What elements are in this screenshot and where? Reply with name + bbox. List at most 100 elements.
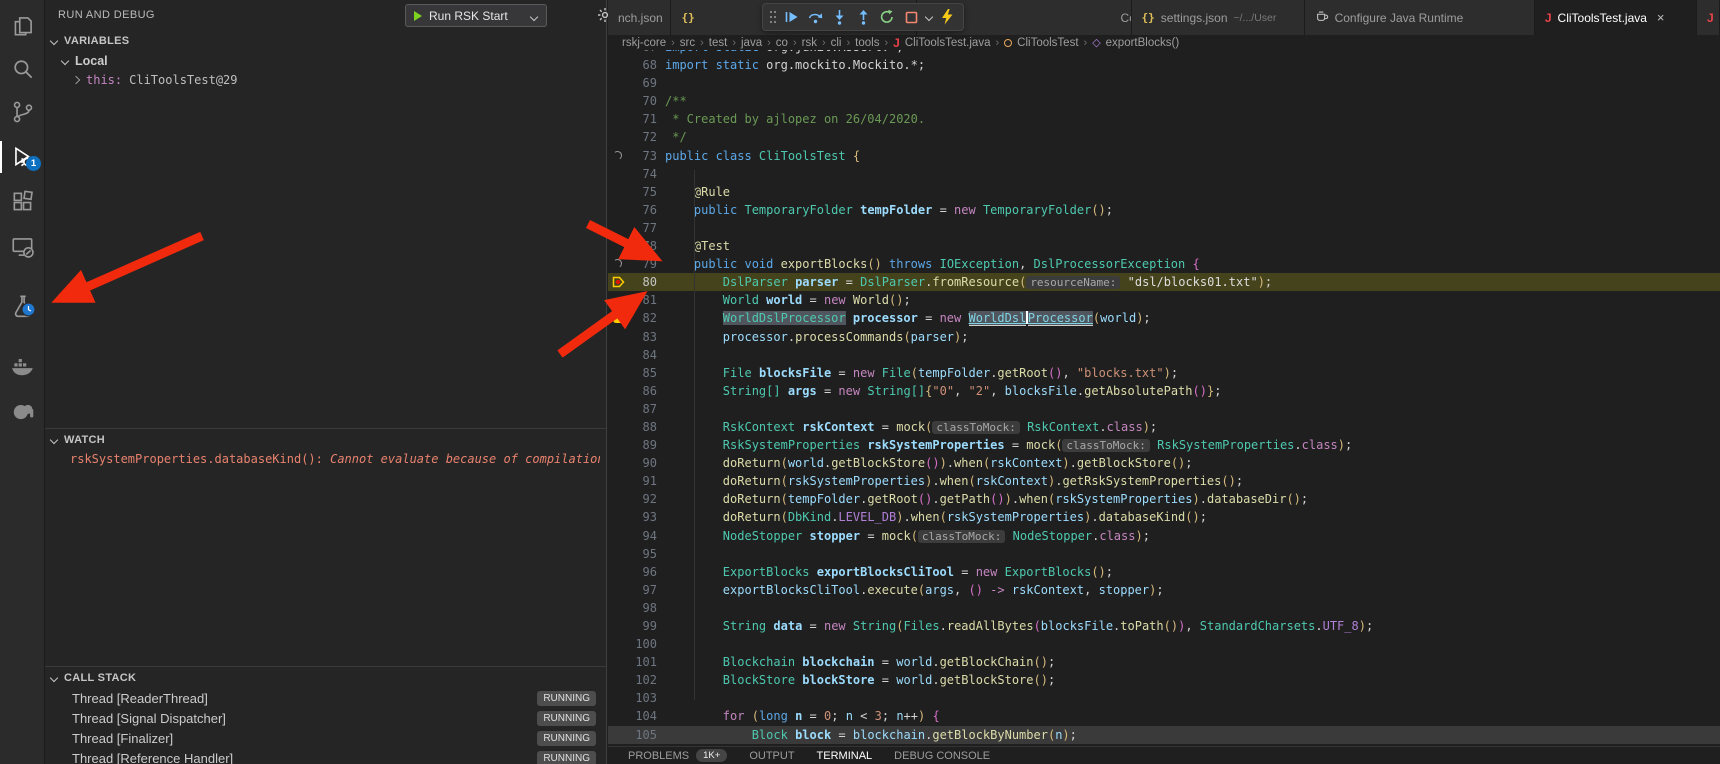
step-into-button[interactable]	[827, 5, 851, 29]
code-line-84[interactable]: 84	[608, 346, 1720, 364]
code-line-71[interactable]: 71 * Created by ajlopez on 26/04/2020.	[608, 110, 1720, 128]
code-line-102[interactable]: 102 BlockStore blockStore = world.getBlo…	[608, 671, 1720, 689]
code-line-86[interactable]: 86 String[] args = new String[]{"0", "2"…	[608, 382, 1720, 400]
breadcrumb-item[interactable]: rskj-core	[622, 37, 666, 49]
code-line-85[interactable]: 85 File blocksFile = new File(tempFolder…	[608, 364, 1720, 382]
step-out-button[interactable]	[851, 5, 875, 29]
code-line-96[interactable]: 96 ExportBlocks exportBlocksCliTool = ne…	[608, 563, 1720, 581]
code-line-82[interactable]: 82 WorldDslProcessor processor = new Wor…	[608, 309, 1720, 327]
active-view-indicator	[0, 141, 2, 173]
code-line-69[interactable]: 69	[608, 74, 1720, 92]
code-line-73[interactable]: 73public class CliToolsTest {	[608, 147, 1720, 165]
restart-button[interactable]	[875, 5, 899, 29]
code-line-80[interactable]: 80 DslParser parser = DslParser.fromReso…	[608, 273, 1720, 291]
testing-icon[interactable]	[10, 293, 36, 319]
code-line-98[interactable]: 98	[608, 599, 1720, 617]
tab-output[interactable]: OUTPUT	[749, 750, 794, 762]
code-line-81[interactable]: 81 World world = new World();	[608, 291, 1720, 309]
code-text: ExportBlocks exportBlocksCliTool = new E…	[657, 563, 1113, 581]
code-line-101[interactable]: 101 Blockchain blockchain = world.getBlo…	[608, 653, 1720, 671]
breadcrumb-item[interactable]: java	[741, 37, 762, 49]
code-line-76[interactable]: 76 public TemporaryFolder tempFolder = n…	[608, 201, 1720, 219]
code-line-77[interactable]: 77	[608, 219, 1720, 237]
breadcrumb-item[interactable]: CliToolsTest.java	[905, 37, 991, 49]
watch-section-header[interactable]: WATCH	[45, 431, 606, 449]
stop-button[interactable]	[899, 5, 923, 29]
hot-code-replace-icon[interactable]	[935, 5, 959, 29]
call-stack-thread-row[interactable]: Thread [Reference Handler] RUNNING	[45, 748, 606, 764]
class-symbol-icon	[1004, 39, 1012, 47]
variables-scope-local[interactable]: Local	[45, 52, 606, 70]
code-line-94[interactable]: 94 NodeStopper stopper = mock(classToMoc…	[608, 527, 1720, 545]
code-line-91[interactable]: 91 doReturn(rskSystemProperties).when(rs…	[608, 472, 1720, 490]
breadcrumb-item[interactable]: test	[709, 37, 728, 49]
watch-expression-row[interactable]: rskSystemProperties.databaseKind(): Cann…	[70, 452, 600, 466]
breadcrumb-item[interactable]: src	[680, 37, 695, 49]
code-line-79[interactable]: 79 public void exportBlocks() throws IOE…	[608, 255, 1720, 273]
continue-button[interactable]	[779, 5, 803, 29]
code-editor[interactable]: 67import static org.junit.Assert.*;68imp…	[608, 50, 1720, 746]
tab-launch-json[interactable]: nch.json	[608, 0, 671, 35]
code-line-89[interactable]: 89 RskSystemProperties rskSystemProperti…	[608, 436, 1720, 454]
run-and-debug-icon[interactable]: 1	[10, 144, 36, 170]
line-number: 71	[630, 110, 657, 128]
explorer-icon[interactable]	[10, 13, 36, 39]
search-icon[interactable]	[10, 56, 36, 82]
code-line-95[interactable]: 95	[608, 545, 1720, 563]
code-line-105[interactable]: 105 Block block = blockchain.getBlockByN…	[608, 726, 1720, 744]
tab-path-detail: ~/.../User	[1234, 12, 1277, 24]
tab-problems[interactable]: PROBLEMS 1K+	[628, 749, 727, 762]
tab-partial-java[interactable]: J	[1697, 0, 1720, 35]
code-line-78[interactable]: 78 @Test	[608, 237, 1720, 255]
code-line-87[interactable]: 87	[608, 400, 1720, 418]
breadcrumb-item[interactable]: CliToolsTest	[1017, 37, 1078, 49]
breadcrumb-item[interactable]: rsk	[802, 37, 817, 49]
step-over-button[interactable]	[803, 5, 827, 29]
code-line-92[interactable]: 92 doReturn(tempFolder.getRoot().getPath…	[608, 490, 1720, 508]
lightbulb-icon[interactable]	[608, 309, 630, 327]
code-line-103[interactable]: 103	[608, 689, 1720, 707]
current-frame-icon[interactable]	[608, 273, 630, 291]
remote-explorer-icon[interactable]	[10, 234, 36, 260]
tab-settings-json[interactable]: {} settings.json ~/.../User	[1132, 0, 1305, 35]
call-stack-thread-row[interactable]: Thread [ReaderThread] RUNNING	[45, 688, 606, 708]
launch-configuration-dropdown[interactable]: Run RSK Start	[405, 4, 547, 27]
breadcrumb-item[interactable]: exportBlocks()	[1106, 37, 1180, 49]
chevron-down-icon[interactable]	[923, 5, 935, 29]
call-stack-thread-row[interactable]: Thread [Signal Dispatcher] RUNNING	[45, 708, 606, 728]
elephant-icon[interactable]	[10, 398, 36, 424]
code-line-93[interactable]: 93 doReturn(DbKind.LEVEL_DB).when(rskSys…	[608, 508, 1720, 526]
source-control-icon[interactable]	[10, 99, 36, 125]
drag-handle-icon[interactable]	[767, 5, 779, 29]
variables-section-header[interactable]: VARIABLES	[45, 32, 606, 50]
breadcrumb-item[interactable]: cli	[831, 37, 842, 49]
tab-configure-java-runtime-2[interactable]: Configure Java Runtime	[1305, 0, 1535, 35]
code-line-74[interactable]: 74	[608, 165, 1720, 183]
code-line-75[interactable]: 75 @Rule	[608, 183, 1720, 201]
tab-clitoolstest-java[interactable]: J CliToolsTest.java ×	[1535, 0, 1697, 35]
code-line-68[interactable]: 68import static org.mockito.Mockito.*;	[608, 56, 1720, 74]
fold-icon[interactable]	[608, 147, 630, 165]
code-line-104[interactable]: 104 for (long n = 0; n < 3; n++) {	[608, 707, 1720, 725]
code-line-90[interactable]: 90 doReturn(world.getBlockStore()).when(…	[608, 454, 1720, 472]
variable-this-row[interactable]: this: CliToolsTest@29	[45, 71, 606, 89]
breadcrumb-item[interactable]: co	[776, 37, 788, 49]
fold-icon[interactable]	[608, 255, 630, 273]
tab-debug-console[interactable]: DEBUG CONSOLE	[894, 750, 990, 762]
tab-terminal[interactable]: TERMINAL	[817, 750, 873, 762]
docker-icon[interactable]	[10, 353, 36, 379]
close-icon[interactable]: ×	[1657, 10, 1665, 25]
code-line-72[interactable]: 72 */	[608, 128, 1720, 146]
code-line-88[interactable]: 88 RskContext rskContext = mock(classToM…	[608, 418, 1720, 436]
start-debugging-icon[interactable]	[414, 11, 422, 21]
breadcrumb-item[interactable]: tools	[855, 37, 879, 49]
code-line-99[interactable]: 99 String data = new String(Files.readAl…	[608, 617, 1720, 635]
code-line-70[interactable]: 70/**	[608, 92, 1720, 110]
code-line-97[interactable]: 97 exportBlocksCliTool.execute(args, () …	[608, 581, 1720, 599]
call-stack-section-header[interactable]: CALL STACK	[45, 669, 606, 687]
extensions-icon[interactable]	[10, 189, 36, 215]
code-line-100[interactable]: 100	[608, 635, 1720, 653]
code-line-83[interactable]: 83 processor.processCommands(parser);	[608, 328, 1720, 346]
code-text: doReturn(world.getBlockStore()).when(rsk…	[657, 454, 1193, 472]
call-stack-thread-row[interactable]: Thread [Finalizer] RUNNING	[45, 728, 606, 748]
